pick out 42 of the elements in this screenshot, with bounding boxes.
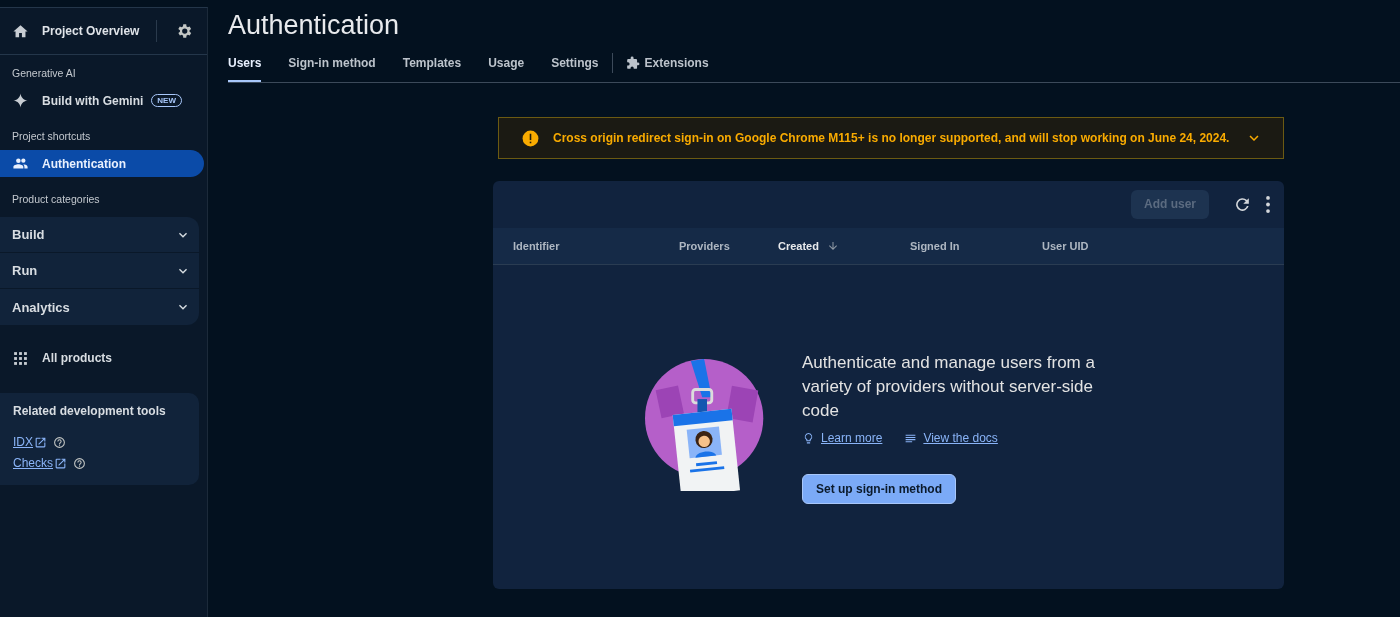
column-header[interactable]: Providers (679, 240, 730, 252)
warning-icon (521, 128, 540, 148)
section-heading: Generative AI (11, 66, 77, 81)
card-title: Related development tools (13, 404, 167, 418)
sidebar-item[interactable]: Authentication (0, 150, 204, 177)
column-header[interactable]: User UID (1042, 240, 1089, 252)
help-icon (53, 435, 66, 449)
tab[interactable]: Sign-in method (288, 44, 376, 82)
doc-link[interactable]: View the docs (904, 431, 998, 445)
column-header[interactable]: Created (778, 240, 819, 252)
all-products-link[interactable]: All products (0, 345, 204, 371)
home-icon (12, 22, 29, 40)
external-link[interactable]: Checks (13, 456, 67, 470)
category-item[interactable]: Build (0, 217, 199, 253)
tab[interactable]: Templates (402, 44, 462, 82)
setup-sign-in-button[interactable]: Set up sign-in method (802, 474, 956, 504)
help-icon (73, 456, 86, 470)
sparkle-icon (12, 92, 29, 109)
section-heading: Project shortcuts (11, 129, 92, 144)
page-title: Authentication (228, 10, 401, 42)
category-item[interactable]: Analytics (0, 289, 199, 325)
category-item[interactable]: Run (0, 253, 199, 289)
column-header[interactable]: Signed In (910, 240, 960, 252)
project-overview-link[interactable]: Project Overview (12, 22, 156, 40)
more-icon (1266, 195, 1270, 213)
sidebar-item[interactable]: Build with Gemini NEW (0, 87, 204, 114)
banner-text: Cross origin redirect sign-in on Google Chrome M115+ is no longer supported, and will stop working on June 24, 2024. (553, 131, 1231, 145)
more-button[interactable] (1266, 195, 1270, 213)
external-link-icon (34, 435, 47, 449)
tab[interactable]: Settings (551, 44, 599, 82)
grid-icon (12, 349, 29, 367)
puzzle-icon (625, 55, 640, 70)
external-link-icon (54, 456, 67, 470)
doc-link[interactable]: Learn more (802, 431, 883, 445)
lightbulb-icon (802, 431, 815, 445)
section-heading: Product categories (11, 192, 101, 207)
column-header[interactable]: Identifier (513, 240, 560, 252)
tab[interactable]: Users (228, 44, 262, 82)
tab[interactable]: Extensions (625, 44, 709, 82)
empty-state-message: Authenticate and manage users from a variety of providers without server-side code (802, 352, 1096, 422)
external-link[interactable]: IDX (13, 435, 47, 449)
tab[interactable]: Usage (488, 44, 525, 82)
